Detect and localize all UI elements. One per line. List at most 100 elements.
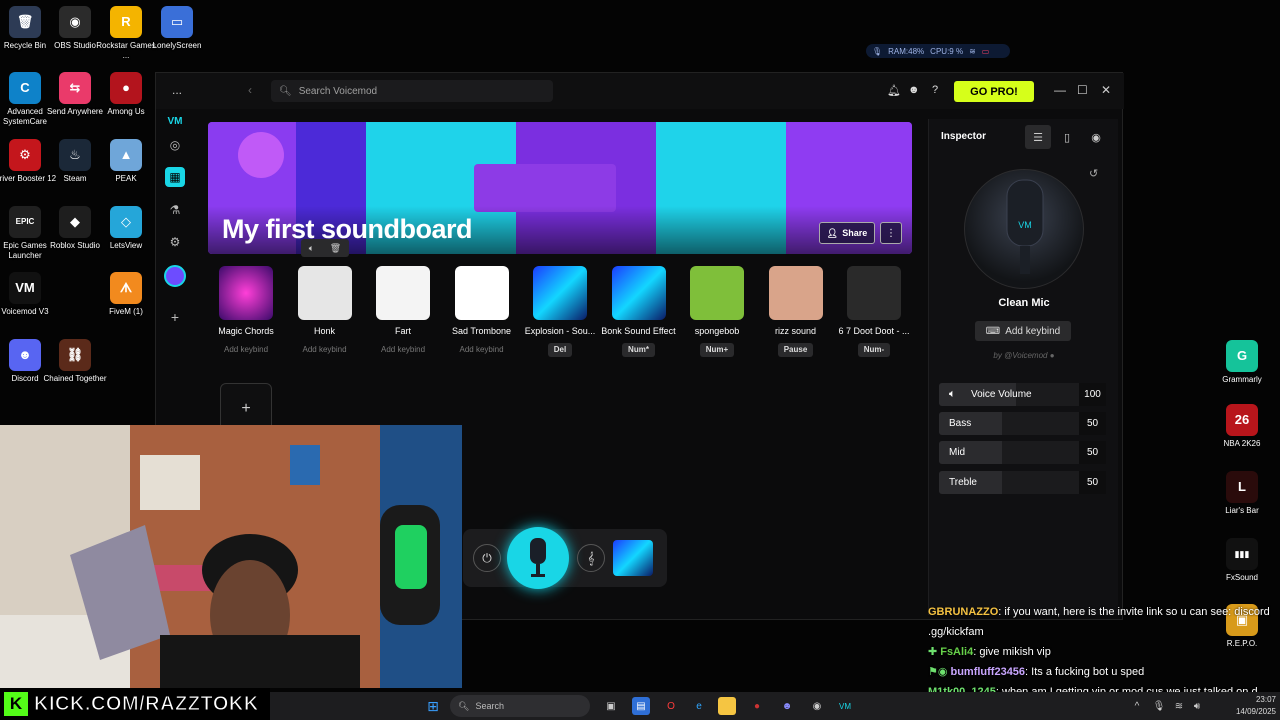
chat-badge-icon: ⚑◉: [928, 666, 948, 678]
sound-thumbnail[interactable]: [376, 266, 430, 320]
sound-keybind[interactable]: Num*: [622, 343, 655, 357]
sound-thumbnail[interactable]: [219, 266, 273, 320]
compass-icon[interactable]: ◎: [165, 135, 185, 155]
sound-keybind[interactable]: Add keybind: [444, 343, 520, 357]
sound-tile[interactable]: spongebob Num+: [679, 266, 755, 357]
opera-icon[interactable]: O: [662, 697, 680, 715]
sound-keybind[interactable]: Pause: [777, 343, 814, 357]
reset-icon[interactable]: ↺: [1089, 167, 1098, 180]
desktop-icon[interactable]: L Liar's Bar: [1212, 471, 1272, 516]
search-input[interactable]: [298, 85, 539, 97]
sound-thumbnail[interactable]: [533, 266, 587, 320]
slider-value[interactable]: 50: [1079, 471, 1106, 494]
voice-author: by @Voicemod ●: [929, 351, 1119, 360]
menu-dots-button[interactable]: ...: [172, 83, 182, 97]
desktop-icon[interactable]: ▲ PEAK: [92, 139, 160, 184]
settings-icon[interactable]: ⚙: [165, 232, 185, 252]
desktop-icon[interactable]: ᗑ FiveM (1): [92, 272, 160, 317]
sound-tile[interactable]: Magic Chords Add keybind: [208, 266, 284, 357]
active-sound-thumbnail[interactable]: [613, 540, 653, 576]
wifi-tray-icon[interactable]: ≋: [1170, 697, 1188, 715]
edge-icon[interactable]: e: [690, 697, 708, 715]
power-icon[interactable]: ⏻: [473, 544, 501, 572]
voicemod-taskbar-icon[interactable]: VM: [836, 697, 854, 715]
hear-myself-icon[interactable]: 𝄞: [577, 544, 605, 572]
app-icon[interactable]: ●: [748, 697, 766, 715]
sound-keybind[interactable]: Add keybind: [365, 343, 441, 357]
minimize-icon[interactable]: —: [1054, 83, 1066, 97]
sound-keybind[interactable]: Add keybind: [287, 343, 363, 357]
slider-value[interactable]: 50: [1079, 412, 1106, 435]
chevron-up-icon[interactable]: ^: [1128, 697, 1146, 715]
desktop-icon[interactable]: G Grammarly: [1212, 340, 1272, 385]
more-options-button[interactable]: ⋮: [880, 222, 902, 244]
close-icon[interactable]: ✕: [1101, 83, 1111, 97]
sound-keybind[interactable]: Add keybind: [208, 343, 284, 357]
sound-keybind[interactable]: Del: [547, 343, 573, 357]
folder-icon[interactable]: [718, 697, 736, 715]
discord-taskbar-icon[interactable]: ☻: [778, 697, 796, 715]
sound-thumbnail[interactable]: [690, 266, 744, 320]
desktop-icon[interactable]: ● Among Us: [92, 72, 160, 117]
speaker-tray-icon[interactable]: 🔊︎: [1188, 697, 1206, 715]
slider-treble[interactable]: Treble 50: [939, 471, 1106, 494]
chat-username: GBRUNAZZO: [928, 606, 999, 618]
slider-bass[interactable]: Bass 50: [939, 412, 1106, 435]
record-icon[interactable]: ◉: [1083, 125, 1109, 149]
slider-value[interactable]: 50: [1079, 441, 1106, 464]
taskbar-clock[interactable]: 23:07 14/09/2025: [1210, 694, 1276, 718]
desktop-icon[interactable]: VM Voicemod V3: [0, 272, 59, 317]
sound-thumbnail[interactable]: [611, 266, 666, 320]
sound-thumbnail[interactable]: [297, 266, 352, 320]
chat-username: bumfluff23456: [950, 666, 1026, 678]
desktop-icon[interactable]: 26 NBA 2K26: [1212, 404, 1272, 449]
sound-tile[interactable]: Honk Add keybind: [287, 266, 363, 357]
maximize-icon[interactable]: ☐: [1077, 83, 1088, 97]
sound-tile[interactable]: Sad Trombone Add keybind: [444, 266, 520, 357]
book-icon[interactable]: ▯: [1054, 125, 1080, 149]
flask-icon[interactable]: ⚗: [165, 200, 185, 220]
slider-value[interactable]: 100: [1079, 383, 1106, 406]
desktop-icon[interactable]: ▭ LonelyScreen: [143, 6, 211, 51]
task-view-icon[interactable]: ▣: [602, 697, 620, 715]
bell-icon[interactable]: 🔔︎: [887, 84, 901, 97]
search-box[interactable]: 🔍︎: [271, 80, 553, 102]
go-pro-button[interactable]: GO PRO!: [954, 81, 1034, 102]
sound-tile[interactable]: Fart Add keybind: [365, 266, 441, 357]
add-keybind-button[interactable]: ⌨ Add keybind: [975, 321, 1071, 341]
sound-thumbnail[interactable]: [454, 266, 509, 320]
sound-name: Explosion - Sou...: [524, 326, 596, 336]
chat-message: GBRUNAZZO: if you want, here is the invi…: [928, 602, 1280, 622]
trash-icon[interactable]: 🗑︎: [330, 243, 341, 254]
discord-icon[interactable]: ☻: [908, 84, 920, 96]
active-voice-mic-button[interactable]: [507, 527, 569, 589]
desktop-icon[interactable]: ▮▮▮ FxSound: [1212, 538, 1272, 583]
windows-start-icon[interactable]: ⊞: [424, 697, 442, 715]
share-button[interactable]: 👤︎ Share: [819, 222, 875, 244]
soundboard-avatar-icon[interactable]: [164, 265, 186, 287]
obs-taskbar-icon[interactable]: ◉: [808, 697, 826, 715]
sound-thumbnail[interactable]: [847, 266, 901, 320]
app-icon: ᗑ: [110, 272, 142, 304]
desktop-icon[interactable]: ⛓ Chained Together: [41, 339, 109, 384]
desktop-icon[interactable]: ◇ LetsView: [92, 206, 160, 251]
slider-voice-volume[interactable]: 🔈︎ Voice Volume 100: [939, 383, 1106, 406]
sound-thumbnail[interactable]: [768, 266, 823, 320]
store-icon[interactable]: ▤: [632, 697, 650, 715]
sliders-icon[interactable]: ☰: [1025, 125, 1051, 149]
sound-tile[interactable]: 6 7 Doot Doot - ... Num-: [836, 266, 912, 357]
chat-message: .gg/kickfam: [928, 622, 1280, 642]
add-icon[interactable]: +: [165, 307, 185, 327]
help-icon[interactable]: ?: [932, 84, 938, 96]
volume-icon[interactable]: 🔈︎: [309, 243, 314, 254]
sound-tile[interactable]: Bonk Sound Effect Num*: [601, 266, 677, 357]
taskbar-search[interactable]: 🔍︎ Search: [450, 695, 590, 717]
slider-mid[interactable]: Mid 50: [939, 441, 1106, 464]
soundboard-icon[interactable]: ▦: [165, 167, 185, 187]
back-chevron-icon[interactable]: ‹: [248, 83, 252, 97]
sound-tile[interactable]: Explosion - Sou... Del: [522, 266, 598, 357]
sound-tile[interactable]: rizz sound Pause: [758, 266, 834, 357]
mic-tray-icon[interactable]: 🎙︎: [1150, 697, 1168, 715]
sound-keybind[interactable]: Num+: [699, 343, 735, 357]
sound-keybind[interactable]: Num-: [857, 343, 891, 357]
